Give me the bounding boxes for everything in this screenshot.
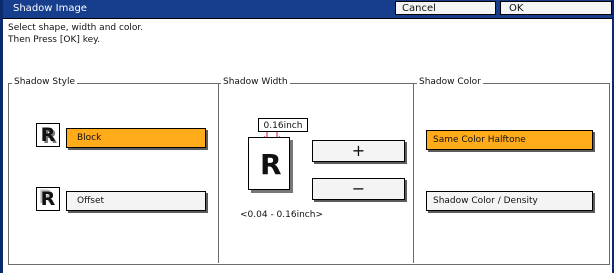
- width-preview: R: [248, 137, 290, 190]
- offset-style-button[interactable]: Offset: [66, 191, 206, 211]
- ok-button[interactable]: OK: [500, 1, 612, 15]
- instruction-line-1: Select shape, width and color.: [8, 23, 144, 33]
- shadow-image-dialog: Shadow Image Cancel OK Select shape, wid…: [0, 0, 614, 273]
- offset-style-label: Offset: [77, 196, 105, 206]
- width-range-label: <0.04 - 0.16inch>: [240, 210, 323, 220]
- shadow-width-title: Shadow Width: [221, 76, 290, 88]
- width-preview-letter: R: [260, 148, 282, 181]
- shadow-style-title: Shadow Style: [12, 76, 77, 88]
- shadow-color-title: Shadow Color: [417, 76, 483, 88]
- offset-style-icon: R: [36, 187, 60, 211]
- decrease-width-button[interactable]: −: [312, 178, 405, 200]
- width-value-display: 0.16inch: [258, 118, 308, 132]
- same-color-halftone-label: Same Color Halftone: [433, 135, 526, 145]
- instruction-line-2: Then Press [OK] key.: [8, 35, 101, 45]
- shadow-color-group: Shadow Color: [413, 76, 609, 263]
- same-color-halftone-button[interactable]: Same Color Halftone: [426, 130, 593, 150]
- cancel-button[interactable]: Cancel: [395, 1, 496, 15]
- shadow-color-density-label: Shadow Color / Density: [433, 196, 538, 206]
- title-bar: Shadow Image Cancel OK: [3, 0, 612, 19]
- dialog-title: Shadow Image: [13, 3, 87, 14]
- shadow-style-group: Shadow Style: [8, 76, 218, 263]
- frame-left: [0, 0, 3, 273]
- block-style-button[interactable]: Block: [66, 128, 206, 148]
- shadow-color-density-button[interactable]: Shadow Color / Density: [426, 191, 593, 211]
- increase-width-button[interactable]: +: [312, 140, 405, 162]
- block-style-label: Block: [77, 133, 102, 143]
- block-style-icon: R: [36, 123, 60, 147]
